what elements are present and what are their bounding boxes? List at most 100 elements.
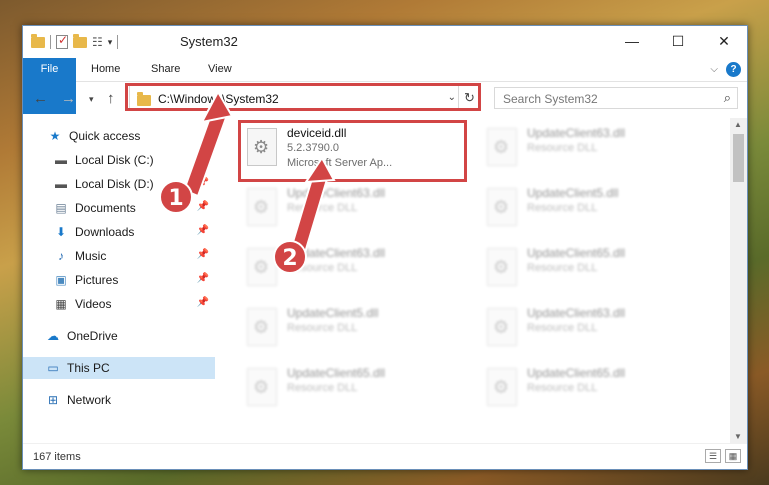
- sidebar-item-label: Local Disk (C:): [75, 153, 154, 167]
- file-type: Resource DLL: [287, 202, 358, 214]
- dll-file-icon: [487, 308, 517, 346]
- customize-toolbar-icon[interactable]: ▾: [108, 37, 113, 48]
- up-arrow-icon[interactable]: ↑: [107, 90, 115, 107]
- sidebar-item-label: Quick access: [69, 129, 141, 143]
- file-name: UpdateClient63.dll: [527, 306, 626, 320]
- sidebar-item-quick-access[interactable]: ★ Quick access: [23, 125, 215, 147]
- maximize-button[interactable]: ☐: [655, 26, 701, 56]
- window-title: System32: [180, 34, 238, 49]
- dll-file-icon: [247, 368, 277, 406]
- videos-icon: ▦: [55, 297, 67, 311]
- address-bar-highlight: [125, 83, 481, 111]
- list-icon[interactable]: ☷: [92, 35, 103, 49]
- new-folder-icon[interactable]: [73, 33, 87, 48]
- file-type: Resource DLL: [287, 382, 358, 394]
- title-bar: ☷ ▾ System32 — ☐ ✕: [23, 26, 747, 58]
- callout-2: 2: [273, 240, 307, 274]
- file-item[interactable]: UpdateClient5.dll Resource DLL: [481, 180, 701, 236]
- file-type: Resource DLL: [527, 142, 598, 154]
- expand-ribbon-icon[interactable]: ⌵: [710, 64, 718, 75]
- divider: [117, 35, 119, 49]
- dll-file-icon: [247, 308, 277, 346]
- tab-share[interactable]: Share: [141, 58, 190, 81]
- file-item[interactable]: UpdateClient65.dll Resource DLL: [481, 240, 701, 296]
- pin-icon: 📌: [196, 225, 209, 236]
- scroll-thumb[interactable]: [733, 134, 744, 182]
- back-arrow-icon[interactable]: ←: [33, 90, 48, 107]
- pin-icon: 📌: [196, 201, 209, 212]
- recent-locations-icon[interactable]: ▾: [89, 94, 94, 105]
- scroll-down-icon[interactable]: ▼: [734, 432, 742, 441]
- sidebar-item-label: Pictures: [75, 273, 119, 287]
- file-item[interactable]: UpdateClient63.dll Resource DLL: [241, 180, 461, 236]
- sidebar-item-label: OneDrive: [67, 329, 118, 343]
- dll-file-icon: [247, 188, 277, 226]
- vertical-scrollbar[interactable]: ▲ ▼: [730, 118, 747, 443]
- downloads-icon: ⬇: [55, 225, 67, 239]
- tab-view[interactable]: View: [198, 58, 242, 81]
- dll-file-icon: [487, 248, 517, 286]
- search-placeholder: Search System32: [503, 92, 598, 106]
- pin-icon: 📌: [196, 297, 209, 308]
- drive-icon: ▬: [55, 177, 67, 191]
- divider: [50, 35, 51, 49]
- search-input[interactable]: Search System32 ⌕: [494, 87, 738, 109]
- details-view-icon[interactable]: ☰: [705, 449, 721, 463]
- pictures-icon: ▣: [55, 273, 67, 287]
- sidebar-item-local-disk-c[interactable]: ▬ Local Disk (C:) 📌: [23, 149, 215, 171]
- help-icon[interactable]: ?: [726, 62, 741, 77]
- sidebar-item-label: Downloads: [75, 225, 135, 239]
- file-name: UpdateClient5.dll: [527, 186, 619, 200]
- large-icons-view-icon[interactable]: ▦: [725, 449, 741, 463]
- sidebar-item-label: Local Disk (D:): [75, 177, 154, 191]
- pin-icon: 📌: [196, 273, 209, 284]
- scroll-up-icon[interactable]: ▲: [734, 120, 742, 129]
- sidebar-item-label: Network: [67, 393, 112, 407]
- computer-icon: ▭: [47, 361, 59, 375]
- file-name: UpdateClient65.dll: [287, 366, 386, 380]
- file-name: UpdateClient63.dll: [287, 186, 386, 200]
- star-icon: ★: [49, 129, 61, 143]
- sidebar-item-onedrive[interactable]: ☁ OneDrive: [23, 325, 215, 347]
- cloud-icon: ☁: [47, 329, 59, 343]
- sidebar-item-videos[interactable]: ▦ Videos 📌: [23, 293, 215, 315]
- file-type: Resource DLL: [527, 322, 598, 334]
- file-item[interactable]: UpdateClient65.dll Resource DLL: [481, 360, 701, 416]
- documents-icon: ▤: [55, 201, 67, 215]
- file-name: UpdateClient63.dll: [527, 126, 626, 140]
- sidebar-item-label: Videos: [75, 297, 112, 311]
- file-type: Resource DLL: [287, 322, 358, 334]
- file-item[interactable]: UpdateClient63.dll Resource DLL: [481, 300, 701, 356]
- sidebar-item-music[interactable]: ♪ Music 📌: [23, 245, 215, 267]
- file-name: UpdateClient65.dll: [527, 246, 626, 260]
- file-item[interactable]: UpdateClient5.dll Resource DLL: [241, 300, 461, 356]
- callout-1: 1: [159, 180, 193, 214]
- tab-home[interactable]: Home: [81, 58, 130, 81]
- drive-icon: ▬: [55, 153, 67, 167]
- sidebar-item-network[interactable]: ⊞ Network: [23, 389, 215, 411]
- close-button[interactable]: ✕: [701, 26, 747, 56]
- sidebar-item-downloads[interactable]: ⬇ Downloads 📌: [23, 221, 215, 243]
- network-icon: ⊞: [47, 393, 59, 407]
- minimize-button[interactable]: —: [609, 26, 655, 56]
- properties-icon[interactable]: [56, 33, 68, 49]
- file-name: UpdateClient65.dll: [527, 366, 626, 380]
- file-type: Resource DLL: [527, 382, 598, 394]
- file-highlight: [238, 120, 467, 182]
- sidebar-item-label: This PC: [67, 361, 110, 375]
- window-controls: — ☐ ✕: [609, 26, 747, 56]
- forward-arrow-icon[interactable]: →: [61, 90, 76, 107]
- file-item[interactable]: UpdateClient65.dll Resource DLL: [241, 360, 461, 416]
- file-name: UpdateClient5.dll: [287, 306, 379, 320]
- sidebar-item-label: Documents: [75, 201, 136, 215]
- search-icon[interactable]: ⌕: [724, 90, 731, 106]
- pin-icon: 📌: [196, 153, 209, 164]
- status-bar: 167 items ☰ ▦: [23, 443, 747, 469]
- file-item[interactable]: UpdateClient63.dll Resource DLL: [481, 120, 701, 176]
- sidebar-item-label: Music: [75, 249, 107, 263]
- sidebar-item-this-pc[interactable]: ▭ This PC: [23, 357, 215, 379]
- quick-access-toolbar: ☷ ▾: [31, 33, 119, 51]
- dll-file-icon: [487, 368, 517, 406]
- dll-file-icon: [487, 188, 517, 226]
- sidebar-item-pictures[interactable]: ▣ Pictures 📌: [23, 269, 215, 291]
